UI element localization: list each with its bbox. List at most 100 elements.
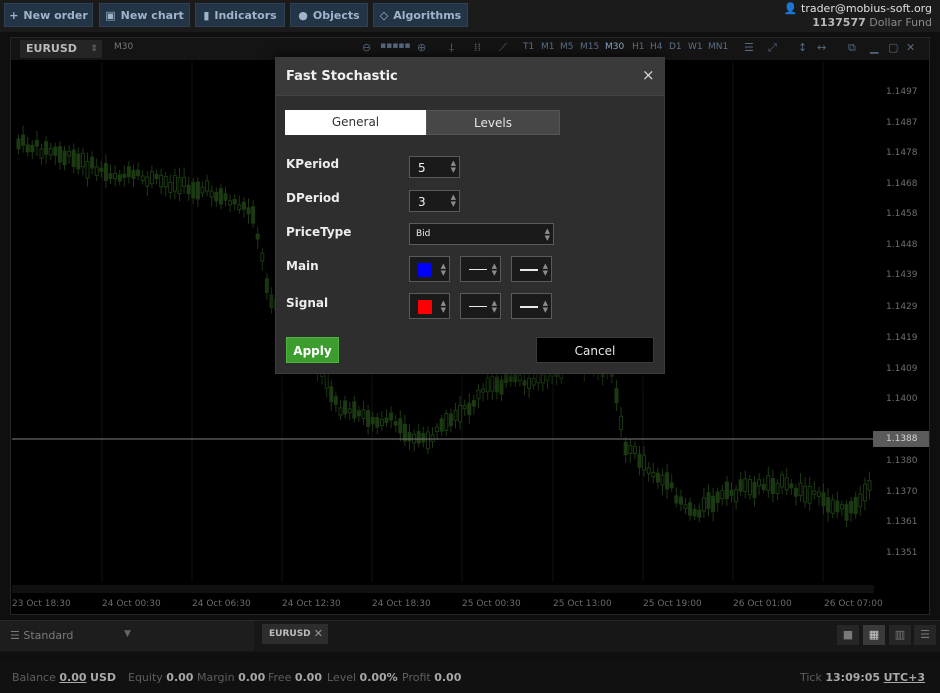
candle-body [131,169,136,179]
candle-body [729,489,734,496]
signal-style-select[interactable]: ▲ ▼ [460,293,501,319]
apply-button[interactable]: Apply [286,337,339,363]
cancel-button[interactable]: Cancel [536,337,654,363]
spinner-icon: ▲ ▼ [440,262,446,277]
line-tool-icon[interactable]: ⟋ [499,41,507,55]
candle-body [67,151,72,157]
timeframe-d1[interactable]: D1 [669,42,682,52]
tab-general[interactable]: General [285,110,426,135]
indicators-button[interactable]: ▮ Indicators [195,3,285,27]
account-fund: Dollar Fund [869,16,932,29]
dperiod-value: 3 [418,195,426,209]
main-style-select[interactable]: ▲ ▼ [460,256,501,282]
candle-body [435,426,440,432]
layout-rows-button[interactable]: ☰ [914,625,936,645]
pricetype-select[interactable]: Bid ▲ ▼ [409,223,554,245]
indicators-icon: ▮ [203,8,210,22]
candle-body [85,161,90,179]
zoom-out-icon[interactable]: ⊖ [362,41,371,54]
algorithms-button[interactable]: ◇ Algorithms [373,3,468,27]
candle-body [57,146,62,163]
main-color-picker[interactable]: ▲ ▼ [409,256,450,282]
candle-body [655,472,660,483]
timeframe-m30[interactable]: M30 [605,42,624,52]
candle-body [145,176,150,187]
layout-single-button[interactable]: ■ [837,625,859,645]
spinner-icon[interactable]: ▲ ▼ [451,194,456,208]
spinner-icon[interactable]: ▲ ▼ [451,160,456,174]
chart-tab-eurusd[interactable]: EURUSD ✕ [262,624,328,644]
chart-scrollbar[interactable] [12,585,874,593]
spinner-icon: ▲ ▼ [491,262,497,277]
candle-body [324,372,329,389]
chevron-updown-icon: ▲ ▼ [544,227,550,242]
timeframe-h4[interactable]: H4 [650,42,663,52]
vertical-scale-icon[interactable]: ↕ [798,41,807,54]
candle-body [527,377,532,389]
symbol-selector[interactable]: EURUSD ⇕ [20,40,102,58]
chevron-down-icon: ▼ [124,629,131,639]
timeframe-t1[interactable]: T1 [523,42,534,52]
horizontal-scale-icon[interactable]: ↔ [817,41,826,54]
candle-body [384,417,389,423]
candles-icon[interactable]: ⁞⁞ [474,41,481,54]
timeframe-h1[interactable]: H1 [632,42,645,52]
layout-columns-button[interactable]: ▥ [889,625,911,645]
timeframe-m5[interactable]: M5 [560,42,574,52]
margin-stat: Margin 0.00 [197,671,266,684]
candle-body [623,441,628,456]
candle-body [333,396,338,405]
zoom-in-icon[interactable]: ⊕ [417,41,426,54]
time-tick-label: 25 Oct 00:30 [462,599,521,609]
close-icon[interactable]: × [642,66,655,84]
candle-body [149,171,154,185]
account-info[interactable]: 👤 trader@mobius-soft.org 1137577 Dollar … [784,2,932,30]
signal-width-select[interactable]: ▲ ▼ [511,293,552,319]
detach-icon[interactable]: ⧉ [848,41,856,55]
crosshair-icon[interactable]: ⸸ [449,41,454,56]
objects-button[interactable]: ● Objects [290,3,368,27]
timeframe-w1[interactable]: W1 [688,42,703,52]
zoom-slider[interactable]: ▪▪▪▪▪ [380,41,411,51]
close-chart-icon[interactable]: ✕ [906,41,915,54]
fit-icon[interactable]: ⤢ [768,41,777,55]
new-order-button[interactable]: + New order [4,3,93,27]
timeframe-m15[interactable]: M15 [580,42,599,52]
candle-body [490,376,495,392]
candle-body [761,483,766,490]
pricetype-label: PriceType [286,225,352,239]
candle-body [48,148,53,156]
candle-body [389,412,394,421]
level-stat: Level 0.00% [327,671,398,684]
minimize-icon[interactable]: ▁ [870,41,878,54]
candle-body [826,497,831,513]
bars-settings-icon[interactable]: ☰ [744,41,754,54]
main-width-select[interactable]: ▲ ▼ [511,256,552,282]
timeframe-m1[interactable]: M1 [541,42,555,52]
chart-tab-label: EURUSD [269,629,311,639]
candle-body [218,188,223,205]
tab-levels[interactable]: Levels [426,110,560,135]
candle-body [632,445,637,455]
kperiod-input[interactable]: 5 ▲ ▼ [409,156,460,178]
signal-color-picker[interactable]: ▲ ▼ [409,293,450,319]
layout-grid-button[interactable]: ▦ [863,625,885,645]
timeframe-mn1[interactable]: MN1 [708,42,728,52]
candle-body [628,445,633,455]
algorithms-label: Algorithms [393,8,462,22]
candle-body [517,374,522,382]
layout-selector[interactable]: ☰ Standard ▼ [0,621,254,651]
candle-body [711,495,716,513]
time-tick-label: 24 Oct 00:30 [102,599,161,609]
signal-color-swatch [418,300,432,314]
timezone-selector[interactable]: UTC+3 [884,671,925,684]
dperiod-input[interactable]: 3 ▲ ▼ [409,190,460,212]
new-chart-button[interactable]: ▣ New chart [99,3,190,27]
close-tab-icon[interactable]: ✕ [314,624,323,644]
price-tick-label: 1.1351 [886,548,918,558]
price-tick-label: 1.1439 [886,270,918,280]
candle-body [223,193,228,201]
candle-body [720,490,725,500]
price-tick-label: 1.1487 [886,118,918,128]
maximize-icon[interactable]: ▢ [888,41,898,54]
